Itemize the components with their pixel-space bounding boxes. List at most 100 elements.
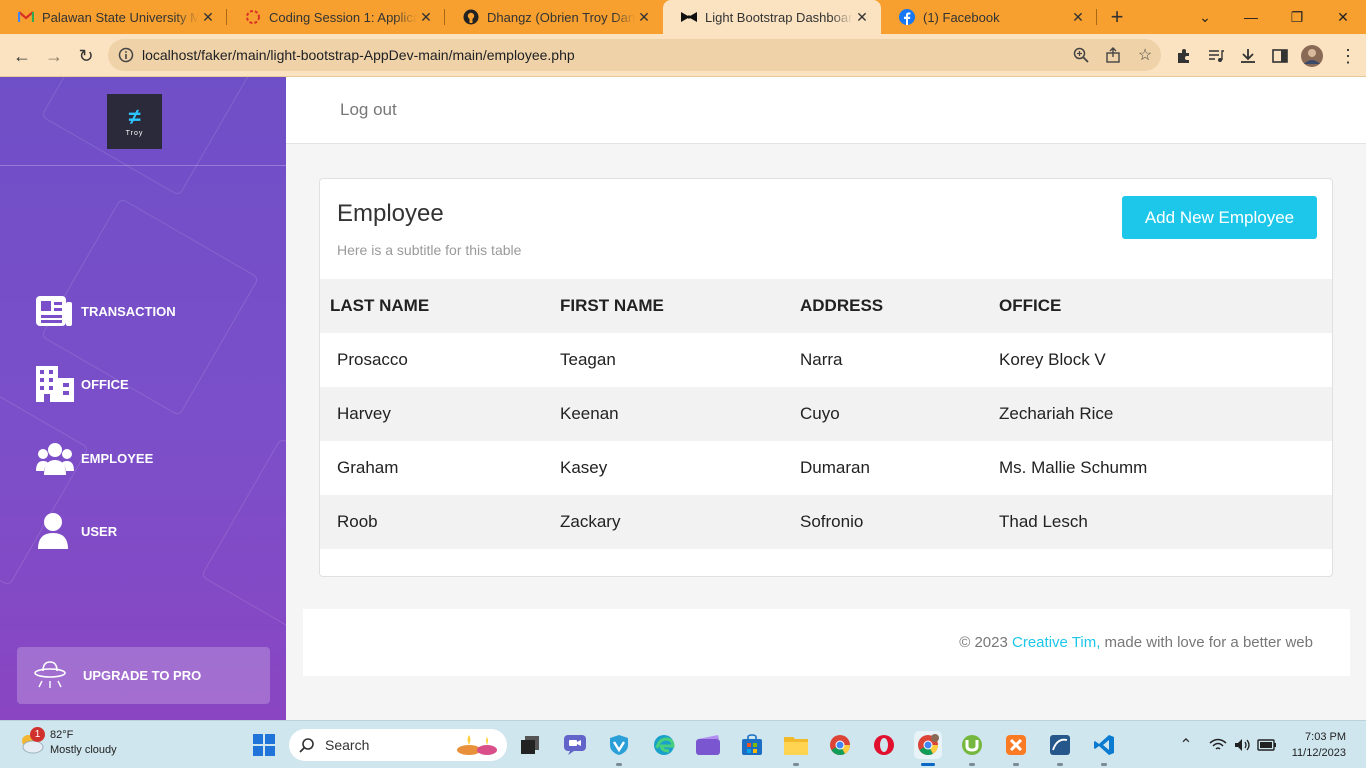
back-arrow-icon[interactable]: ←: [6, 40, 38, 72]
chevron-up-icon[interactable]: ⌃: [1176, 731, 1196, 759]
table-row: Graham Kasey Dumaran Ms. Mallie Schumm: [320, 441, 1332, 495]
background-hexagon: [200, 437, 286, 657]
chrome-icon[interactable]: [826, 731, 854, 759]
cell-first-name: Teagan: [560, 350, 616, 369]
column-header-first-name[interactable]: FIRST NAME: [550, 279, 790, 333]
tab-facebook[interactable]: (1) Facebook ✕: [881, 0, 1097, 34]
sidebar-item-employee[interactable]: EMPLOYEE: [36, 438, 153, 478]
clipchamp-icon[interactable]: [694, 731, 722, 759]
new-tab-button[interactable]: +: [1097, 0, 1137, 34]
tab-close-icon[interactable]: ✕: [417, 9, 435, 26]
forward-arrow-icon[interactable]: →: [38, 40, 70, 72]
tab-github-dhangz[interactable]: Dhangz (Obrien Troy Dangan ✕: [445, 0, 663, 34]
logo-text: Troy: [125, 130, 144, 137]
reload-icon[interactable]: ↻: [70, 40, 102, 72]
teams-chat-icon[interactable]: [561, 731, 589, 759]
opera-icon[interactable]: [870, 731, 898, 759]
bookmark-star-icon[interactable]: ☆: [1129, 39, 1161, 71]
zoom-icon[interactable]: [1065, 39, 1097, 71]
vpn-shield-icon[interactable]: [605, 731, 633, 766]
upgrade-to-pro-button[interactable]: UPGRADE TO PRO: [17, 647, 270, 704]
cell-last-name: Graham: [337, 458, 399, 477]
windows-start-icon[interactable]: [250, 731, 278, 759]
tab-light-bootstrap-dashboard[interactable]: Light Bootstrap Dashboard - ✕: [663, 0, 881, 34]
loading-icon: [245, 9, 261, 25]
column-header-last-name[interactable]: LAST NAME: [320, 279, 550, 333]
sidebar: ≠ Troy TRANSACTION OFFICE EMPLOYEE USER …: [0, 77, 286, 720]
wifi-icon[interactable]: [1205, 731, 1231, 759]
mysql-workbench-icon[interactable]: [1046, 731, 1074, 766]
newspaper-icon: [36, 293, 74, 329]
table-row: Harvey Keenan Cuyo Zechariah Rice: [320, 387, 1332, 441]
media-control-icon[interactable]: [1200, 40, 1232, 72]
vscode-icon[interactable]: [1090, 731, 1118, 766]
xampp-icon[interactable]: [1002, 731, 1030, 766]
taskbar-search-box[interactable]: Search: [289, 729, 507, 761]
sidebar-item-user[interactable]: USER: [36, 511, 117, 551]
add-new-employee-button[interactable]: Add New Employee: [1122, 196, 1317, 239]
creative-tim-link[interactable]: Creative Tim,: [1012, 634, 1100, 651]
column-header-address[interactable]: ADDRESS: [790, 279, 989, 333]
logo[interactable]: ≠ Troy: [107, 94, 162, 149]
tab-search-chevron-icon[interactable]: ⌄: [1182, 0, 1228, 34]
task-view-icon[interactable]: [516, 731, 544, 759]
url-text[interactable]: localhost/faker/main/light-bootstrap-App…: [142, 47, 1065, 63]
user-icon: [36, 513, 74, 549]
tab-close-icon[interactable]: ✕: [635, 9, 653, 26]
site-info-icon[interactable]: [114, 43, 138, 67]
address-bar[interactable]: localhost/faker/main/light-bootstrap-App…: [108, 39, 1161, 71]
utorrent-icon[interactable]: [958, 731, 986, 766]
menu-kebab-icon[interactable]: ⋮: [1332, 40, 1364, 72]
chrome-profile-icon[interactable]: [914, 731, 942, 766]
tab-close-icon[interactable]: ✕: [1069, 9, 1087, 26]
search-placeholder: Search: [325, 737, 370, 753]
profile-avatar[interactable]: [1296, 40, 1328, 72]
sidebar-item-label: EMPLOYEE: [81, 450, 154, 466]
sidebar-item-office[interactable]: OFFICE: [36, 364, 129, 404]
logout-link[interactable]: Log out: [340, 100, 397, 120]
cell-office: Korey Block V: [999, 350, 1106, 369]
tab-title: Coding Session 1: Applicatio: [269, 9, 417, 25]
download-icon[interactable]: [1232, 40, 1264, 72]
column-header-office[interactable]: OFFICE: [989, 279, 1332, 333]
tab-title: Palawan State University Ma: [42, 9, 199, 25]
cell-first-name: Keenan: [550, 387, 790, 441]
building-icon: [36, 366, 74, 402]
bootstrap-bowtie-icon: [681, 9, 697, 25]
restore-icon[interactable]: ❐: [1274, 0, 1320, 34]
table-row: Roob Zackary Sofronio Thad Lesch: [320, 495, 1332, 549]
microsoft-store-icon[interactable]: [738, 731, 766, 759]
volume-icon[interactable]: [1231, 731, 1255, 759]
cell-address: Cuyo: [790, 387, 989, 441]
browser-toolbar: ← → ↻ localhost/faker/main/light-bootstr…: [0, 34, 1366, 77]
sidebar-item-label: TRANSACTION: [81, 303, 176, 319]
taskbar: 1 82°F Mostly cloudy Search ⌃ 7:03 PM 11…: [0, 720, 1366, 768]
tab-coding-session[interactable]: Coding Session 1: Applicatio ✕: [227, 0, 445, 34]
cell-address: Sofronio: [790, 495, 989, 549]
system-clock[interactable]: 7:03 PM 11/12/2023: [1292, 729, 1346, 761]
edge-browser-icon[interactable]: [650, 731, 678, 759]
upgrade-label: UPGRADE TO PRO: [83, 668, 202, 683]
extensions-puzzle-icon[interactable]: [1168, 40, 1200, 72]
gmail-icon: [18, 9, 34, 25]
clock-time: 7:03 PM: [1305, 731, 1346, 743]
share-icon[interactable]: [1097, 39, 1129, 71]
minimize-icon[interactable]: —: [1228, 0, 1274, 34]
weather-notification-badge: 1: [30, 727, 45, 742]
close-window-icon[interactable]: ✕: [1320, 0, 1366, 34]
file-explorer-icon[interactable]: [782, 731, 810, 766]
weather-temperature: 82°F: [50, 729, 74, 741]
card-subtitle: Here is a subtitle for this table: [337, 242, 522, 258]
tab-palawan-state-university[interactable]: Palawan State University Ma ✕: [0, 0, 227, 34]
search-icon: [299, 738, 314, 753]
battery-icon[interactable]: [1255, 731, 1279, 759]
employee-table: LAST NAME FIRST NAME ADDRESS OFFICE Pros…: [320, 279, 1332, 549]
weather-widget[interactable]: 1 82°F Mostly cloudy: [18, 727, 117, 758]
facebook-icon: [899, 9, 915, 25]
tab-close-icon[interactable]: ✕: [199, 9, 217, 26]
cell-last-name: Roob: [320, 495, 550, 549]
employee-card: Employee Here is a subtitle for this tab…: [319, 178, 1333, 577]
side-panel-icon[interactable]: [1264, 40, 1296, 72]
tab-close-icon[interactable]: ✕: [853, 9, 871, 26]
sidebar-item-transaction[interactable]: TRANSACTION: [36, 291, 176, 331]
